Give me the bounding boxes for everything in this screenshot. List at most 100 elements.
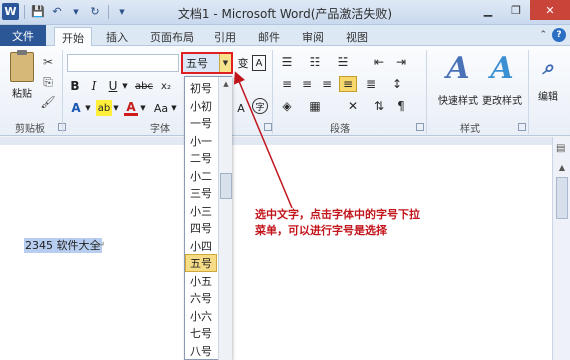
font-size-option[interactable]: 小五 xyxy=(185,272,217,290)
font-size-option[interactable]: 一号 xyxy=(185,114,217,132)
font-size-option[interactable]: 小一 xyxy=(185,132,217,150)
font-group-label: 字体 xyxy=(150,124,170,135)
font-size-dropdown-icon[interactable]: ▼ xyxy=(219,54,231,72)
change-case-button[interactable]: Aa xyxy=(152,100,170,116)
tab-view[interactable]: 视图 xyxy=(340,27,374,46)
vertical-scrollbar[interactable]: ▤ ▲ xyxy=(552,137,570,360)
tab-mailings[interactable]: 邮件 xyxy=(252,27,286,46)
ruler xyxy=(0,137,552,145)
font-size-dropdown-list[interactable]: ▲ 初号 小初 一号 小一 二号 小二 三号 小三 四号 小四 五号 小五 六号 小六 七号 八号 xyxy=(184,76,232,360)
cut-icon[interactable]: ✂ xyxy=(40,54,56,70)
customize-qat-icon[interactable]: ▼ xyxy=(114,4,130,20)
copy-icon[interactable]: ⎘ xyxy=(40,74,56,90)
word-logo-icon[interactable]: W xyxy=(2,3,19,20)
numbering-icon[interactable]: ☷ xyxy=(306,54,324,70)
format-painter-icon[interactable]: 🖌 xyxy=(40,94,56,110)
change-case-dropdown-icon[interactable]: ▼ xyxy=(170,100,178,116)
borders-icon[interactable]: ▦ xyxy=(306,98,324,114)
font-size-option[interactable]: 三号 xyxy=(185,184,217,202)
character-border-button[interactable]: A xyxy=(252,55,266,71)
bold-button[interactable]: B xyxy=(68,78,82,94)
align-right-icon[interactable]: ≡ xyxy=(318,76,336,92)
sort-icon[interactable]: ⇅ xyxy=(370,98,388,114)
font-size-option[interactable]: 小三 xyxy=(185,202,217,220)
font-size-option[interactable]: 小六 xyxy=(185,307,217,325)
italic-button[interactable]: I xyxy=(87,78,101,94)
undo-icon[interactable]: ↶ xyxy=(49,4,65,20)
help-icon[interactable]: ? xyxy=(552,28,566,42)
align-left-icon[interactable]: ≡ xyxy=(278,76,296,92)
font-size-option[interactable]: 七号 xyxy=(185,324,217,342)
chinese-layout-icon[interactable]: ✕ xyxy=(344,98,362,114)
underline-button[interactable]: U xyxy=(106,78,120,94)
font-launcher-icon[interactable] xyxy=(264,123,272,131)
font-color-button[interactable]: A xyxy=(124,100,138,116)
font-size-option[interactable]: 六号 xyxy=(185,289,217,307)
editing-icon: ⌕ xyxy=(542,55,554,79)
change-styles-button[interactable]: A 更改样式 xyxy=(474,52,530,116)
title-bar: W 💾 ↶ ▼ ↻ ▼ 文档1 - Microsoft Word(产品激活失败)… xyxy=(0,0,570,25)
justify-icon[interactable]: ≡ xyxy=(339,76,357,92)
collapse-ribbon-icon[interactable]: ⌃ xyxy=(539,30,547,40)
align-center-icon[interactable]: ≡ xyxy=(298,76,316,92)
tab-review[interactable]: 审阅 xyxy=(296,27,330,46)
minimize-button[interactable]: ▁ xyxy=(474,0,502,20)
multilevel-list-icon[interactable]: ☱ xyxy=(334,54,352,70)
save-icon[interactable]: 💾 xyxy=(30,4,46,20)
show-marks-icon[interactable]: ¶ xyxy=(392,98,410,114)
redo-icon[interactable]: ↻ xyxy=(87,4,103,20)
font-size-option[interactable]: 初号 xyxy=(185,79,217,97)
highlight-dropdown-icon[interactable]: ▼ xyxy=(112,100,120,116)
phonetic-guide-button[interactable]: 变 xyxy=(236,55,250,71)
font-size-value[interactable]: 五号 xyxy=(183,54,219,72)
underline-dropdown-icon[interactable]: ▼ xyxy=(121,78,129,94)
quick-styles-icon: A xyxy=(446,51,470,86)
font-color-dropdown-icon[interactable]: ▼ xyxy=(139,100,147,116)
tab-references[interactable]: 引用 xyxy=(208,27,242,46)
styles-launcher-icon[interactable] xyxy=(518,123,526,131)
bullets-icon[interactable]: ☰ xyxy=(278,54,296,70)
font-size-option[interactable]: 五号 xyxy=(185,254,217,272)
increase-indent-icon[interactable]: ⇥ xyxy=(392,54,410,70)
window-controls: ▁ ❐ ✕ xyxy=(474,0,570,20)
font-size-option[interactable]: 八号 xyxy=(185,342,217,360)
font-size-option[interactable]: 四号 xyxy=(185,219,217,237)
scroll-up-icon[interactable]: ▲ xyxy=(556,161,568,173)
tab-page-layout[interactable]: 页面布局 xyxy=(144,27,200,46)
shading-icon[interactable]: ◈ xyxy=(278,98,296,114)
quick-styles-label: 快速样式 xyxy=(438,96,478,107)
enclose-characters-button[interactable]: 字 xyxy=(252,98,268,114)
annotation-text: 选中文字，点击字体中的字号下拉菜单，可以进行字号是选择 xyxy=(255,208,420,237)
font-size-option[interactable]: 小初 xyxy=(185,97,217,115)
tab-file[interactable]: 文件 xyxy=(0,25,46,46)
text-effects-dropdown-icon[interactable]: ▼ xyxy=(84,100,92,116)
close-button[interactable]: ✕ xyxy=(530,0,570,20)
subscript-button[interactable]: x₂ xyxy=(158,78,174,94)
line-spacing-icon[interactable]: ↕ xyxy=(388,76,406,92)
distributed-icon[interactable]: ≣ xyxy=(362,76,380,92)
dropdown-scrollbar[interactable]: ▲ xyxy=(218,77,232,360)
scroll-thumb[interactable] xyxy=(556,177,568,219)
tab-insert[interactable]: 插入 xyxy=(100,27,134,46)
paragraph-launcher-icon[interactable] xyxy=(416,123,424,131)
font-size-combo[interactable]: 五号 ▼ xyxy=(181,52,233,74)
tab-home[interactable]: 开始 xyxy=(54,27,92,47)
text-effects-icon[interactable]: A xyxy=(68,100,84,116)
paste-button[interactable]: 粘贴 xyxy=(6,50,38,112)
font-size-option[interactable]: 小二 xyxy=(185,167,217,185)
undo-dropdown-icon[interactable]: ▼ xyxy=(68,4,84,20)
font-size-option[interactable]: 二号 xyxy=(185,149,217,167)
decrease-indent-icon[interactable]: ⇤ xyxy=(370,54,388,70)
strikethrough-button[interactable]: abc xyxy=(134,78,154,94)
editing-label: 编辑 xyxy=(538,92,558,103)
dropdown-scroll-thumb[interactable] xyxy=(220,173,232,199)
restore-button[interactable]: ❐ xyxy=(502,0,530,20)
character-shading-icon[interactable]: A xyxy=(236,100,246,116)
font-size-option[interactable]: 小四 xyxy=(185,237,217,255)
highlight-button[interactable]: ab xyxy=(96,100,112,116)
editing-button[interactable]: ⌕ 编辑 xyxy=(530,52,566,116)
font-name-input[interactable] xyxy=(67,54,179,72)
dropdown-scroll-up-icon[interactable]: ▲ xyxy=(220,79,232,89)
selected-document-text[interactable]: 2345 软件大全 xyxy=(24,238,102,253)
view-ruler-icon[interactable]: ▤ xyxy=(556,143,568,155)
